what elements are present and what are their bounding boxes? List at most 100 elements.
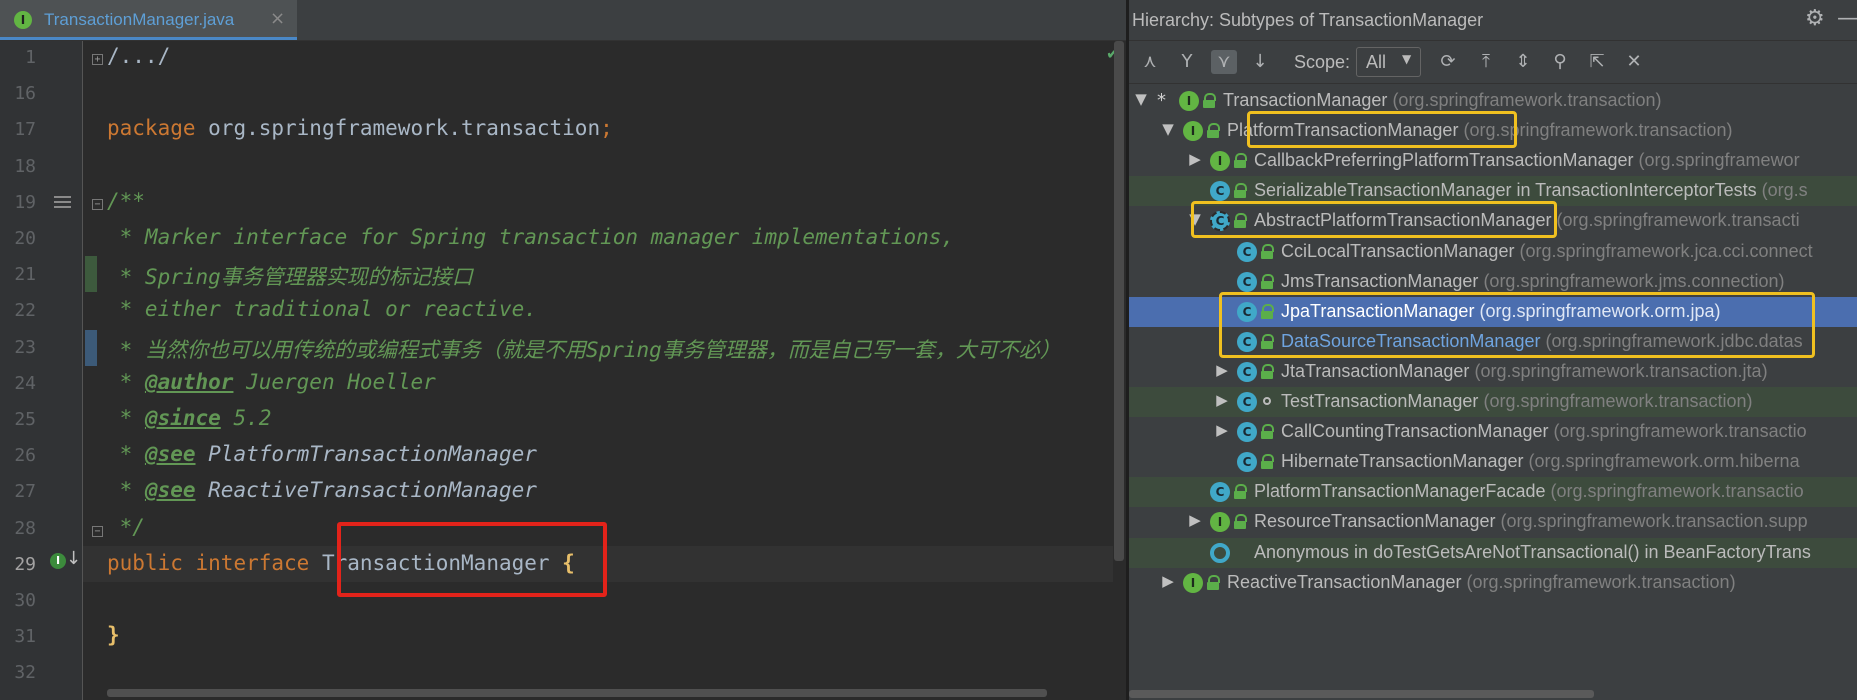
tree-row[interactable]: ▶ I ReactiveTransactionManager (org.spring… xyxy=(1129,568,1857,598)
line-number[interactable]: 1 xyxy=(0,47,36,68)
vcs-modified-marker[interactable] xyxy=(85,330,97,366)
public-access-icon xyxy=(1203,93,1216,108)
open-icon[interactable]: ⇱ xyxy=(1584,50,1610,74)
expand-all-icon[interactable]: ⇕ xyxy=(1510,50,1536,74)
collapse-arrow-icon[interactable]: ▶ xyxy=(1160,572,1176,590)
editor-tab-bar: I TransactionManager.java × xyxy=(0,0,1126,41)
public-access-icon xyxy=(1234,183,1247,198)
editor-tab-transactionmanager[interactable]: I TransactionManager.java × xyxy=(0,0,297,40)
line-number[interactable]: 20 xyxy=(0,228,36,249)
line-number[interactable]: 26 xyxy=(0,445,36,466)
line-number[interactable]: 28 xyxy=(0,518,36,539)
tree-row[interactable]: ▶ I CallbackPreferringPlatformTransactionM… xyxy=(1129,146,1857,176)
line-number[interactable]: 27 xyxy=(0,481,36,502)
public-access-icon xyxy=(1261,244,1274,259)
vcs-change-marker[interactable] xyxy=(85,256,97,292)
tree-row[interactable]: C PlatformTransactionManagerFacade (org.s… xyxy=(1129,477,1857,507)
code-line[interactable]: * 当然你也可以用传统的或编程式事务（就是不用Spring事务管理器，而是自己写… xyxy=(107,334,1061,364)
render-doc-icon[interactable] xyxy=(54,196,71,210)
expand-arrow-icon[interactable]: ▼ xyxy=(1133,90,1149,108)
collapse-arrow-icon[interactable]: ▶ xyxy=(1187,511,1203,529)
export-icon[interactable]: ⤒ xyxy=(1473,50,1499,74)
yellow-highlight-box xyxy=(1219,292,1815,358)
collapse-arrow-icon[interactable]: ▶ xyxy=(1214,421,1230,439)
navigate-down-icon[interactable]: ↓ xyxy=(66,548,81,569)
collapse-arrow-icon[interactable]: ▶ xyxy=(1214,391,1230,409)
editor-horizontal-scrollbar[interactable] xyxy=(107,689,1047,697)
code-line[interactable]: */ xyxy=(107,515,145,539)
sort-alpha-icon[interactable]: ↓ xyxy=(1247,50,1273,74)
line-number[interactable]: 16 xyxy=(0,83,36,104)
type-name: ResourceTransactionManager xyxy=(1254,511,1496,531)
code-line[interactable]: package org.springframework.transaction; xyxy=(107,116,613,140)
yellow-highlight-box xyxy=(1191,201,1557,238)
implemented-gutter-icon[interactable]: I xyxy=(50,553,66,569)
code-line[interactable]: /.../ xyxy=(107,44,170,68)
code-token: Juergen Hoeller xyxy=(233,370,436,394)
code-line[interactable]: * either traditional or reactive. xyxy=(107,297,537,321)
code-line[interactable]: /** xyxy=(107,189,145,213)
tree-row[interactable]: C CciLocalTransactionManager (org.springf… xyxy=(1129,237,1857,267)
refresh-icon[interactable]: ⟳ xyxy=(1435,50,1461,74)
red-highlight-box xyxy=(337,522,607,597)
expand-arrow-icon[interactable]: ▼ xyxy=(1160,120,1176,138)
line-number[interactable]: 19 xyxy=(0,192,36,213)
code-token: @since xyxy=(144,406,221,430)
public-access-icon xyxy=(1234,153,1247,168)
tree-row[interactable]: C HibernateTransactionManager (org.spring… xyxy=(1129,447,1857,477)
code-line[interactable]: * @author Juergen Hoeller xyxy=(107,370,436,394)
tree-row[interactable]: ▶ I ResourceTransactionManager (org.spring… xyxy=(1129,507,1857,537)
line-number[interactable]: 23 xyxy=(0,337,36,358)
package-name: (org.springframework.transaction) xyxy=(1466,572,1736,592)
tree-row[interactable]: ▶ C CallCountingTransactionManager (org.sp… xyxy=(1129,417,1857,447)
collapse-arrow-icon[interactable]: ▶ xyxy=(1214,361,1230,379)
public-access-icon xyxy=(1207,123,1220,138)
tree-row[interactable]: ▶ C TestTransactionManager (org.springfram… xyxy=(1129,387,1857,417)
type-name: CallCountingTransactionManager xyxy=(1281,421,1549,441)
code-line[interactable]: * @see PlatformTransactionManager xyxy=(107,442,537,466)
subtypes-icon[interactable]: ⋎ xyxy=(1211,50,1237,74)
code-line[interactable]: * Spring事务管理器实现的标记接口 xyxy=(107,261,473,291)
line-number[interactable]: 25 xyxy=(0,409,36,430)
pin-icon[interactable]: ⚲ xyxy=(1547,50,1573,74)
package-name: (org.springframewor xyxy=(1638,150,1800,170)
editor-vertical-scrollbar[interactable] xyxy=(1114,41,1124,561)
code-editor[interactable]: I TransactionManager.java × 1 16 17 18 19 20 2… xyxy=(0,0,1126,700)
line-number[interactable]: 17 xyxy=(0,119,36,140)
code-line[interactable]: * @since 5.2 xyxy=(107,406,272,430)
line-number[interactable]: 29 xyxy=(0,554,36,575)
scope-label: Scope: xyxy=(1294,52,1351,72)
gear-icon[interactable]: ⚙ xyxy=(1805,6,1825,31)
line-number[interactable]: 32 xyxy=(0,662,36,683)
tree-row[interactable]: ▶ C JtaTransactionManager (org.springframe… xyxy=(1129,357,1857,387)
line-number[interactable]: 30 xyxy=(0,590,36,611)
code-line[interactable]: * Marker interface for Spring transactio… xyxy=(107,225,954,249)
tree-row-label: HibernateTransactionManager (org.springf… xyxy=(1281,451,1800,472)
collapse-arrow-icon[interactable]: ▶ xyxy=(1187,150,1203,168)
close-tab-icon[interactable]: × xyxy=(270,8,285,29)
code-token: org.springframework.transaction xyxy=(208,116,601,140)
line-number[interactable]: 18 xyxy=(0,156,36,177)
class-hierarchy-icon[interactable]: Y xyxy=(1174,50,1200,74)
fold-end-icon[interactable]: − xyxy=(92,526,103,537)
line-gutter[interactable]: 1 16 17 18 19 20 21 22 23 24 25 26 27 28 29 30 31 32 xyxy=(0,41,82,700)
code-line[interactable]: } xyxy=(107,623,120,647)
code-line[interactable]: * @see ReactiveTransactionManager xyxy=(107,478,537,502)
line-number[interactable]: 21 xyxy=(0,264,36,285)
close-icon[interactable]: ✕ xyxy=(1621,50,1647,74)
supertypes-icon[interactable]: ⋏ xyxy=(1137,50,1163,74)
scope-select[interactable]: All ▼ xyxy=(1356,47,1421,77)
tree-row-label: JmsTransactionManager (org.springframewo… xyxy=(1281,271,1785,292)
package-name: (org.s xyxy=(1761,180,1808,200)
tree-row[interactable]: Anonymous in doTestGetsAreNotTransaction… xyxy=(1129,538,1857,568)
fold-expand-icon[interactable]: + xyxy=(92,54,103,65)
minimize-icon[interactable]: — xyxy=(1837,6,1857,31)
package-name: (org.springframework.transaction.supp xyxy=(1500,511,1808,531)
line-number[interactable]: 22 xyxy=(0,300,36,321)
line-number[interactable]: 24 xyxy=(0,373,36,394)
tree-row-label: CallbackPreferringPlatformTransactionMan… xyxy=(1254,150,1800,171)
hierarchy-horizontal-scrollbar[interactable] xyxy=(1129,690,1594,698)
class-icon: C xyxy=(1237,452,1257,472)
line-number[interactable]: 31 xyxy=(0,626,36,647)
fold-collapse-icon[interactable]: − xyxy=(92,199,103,210)
